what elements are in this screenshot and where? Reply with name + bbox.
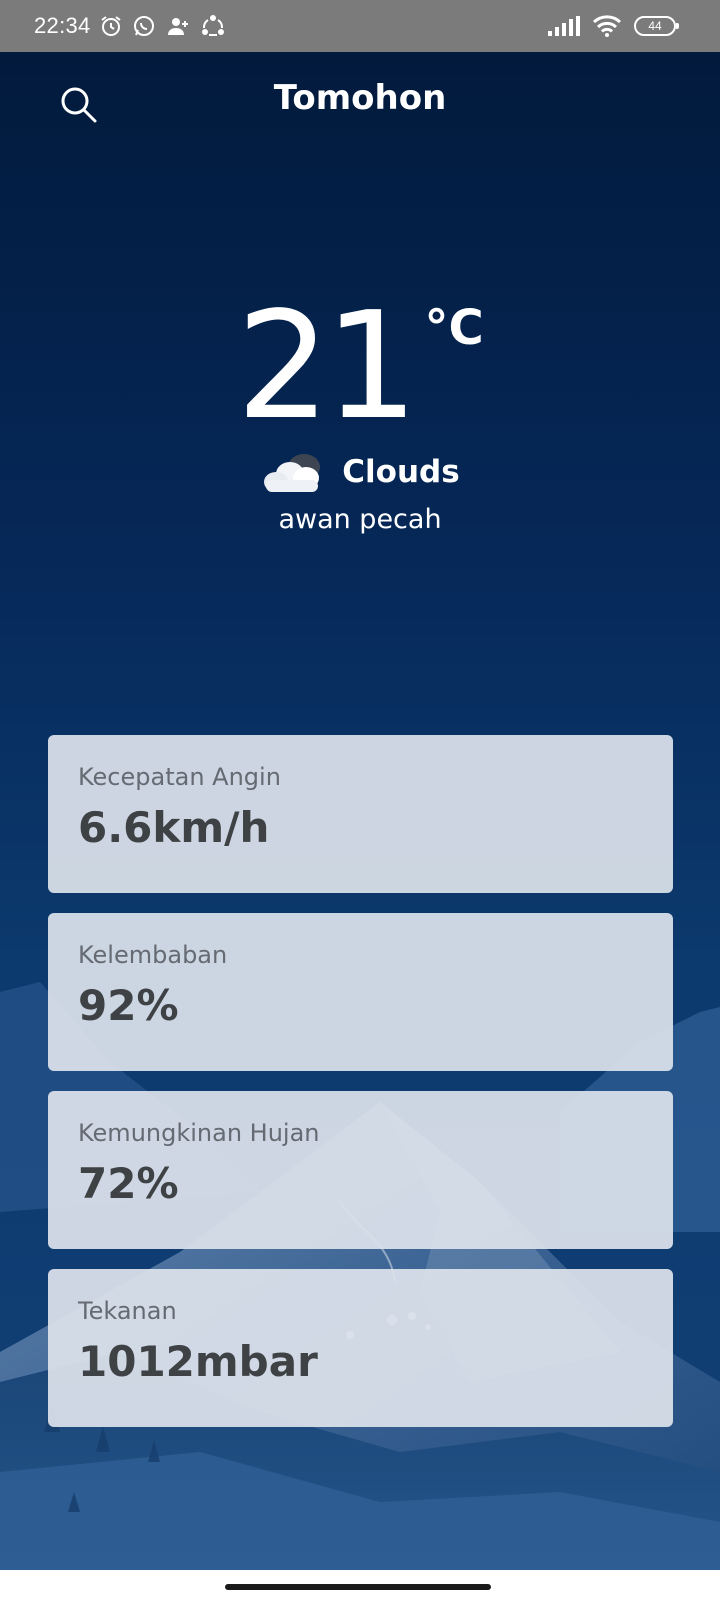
city-title: Tomohon — [273, 78, 447, 118]
card-label: Kemungkinan Hujan — [78, 1119, 320, 1147]
card-label: Kelembaban — [78, 941, 228, 969]
alarm-icon — [100, 16, 121, 36]
humidity-card: Kelembaban 92% — [48, 913, 673, 1071]
condition-row: Clouds — [0, 450, 720, 494]
whatsapp-icon — [133, 16, 154, 36]
navigation-bar — [0, 1570, 720, 1600]
pressure-card: Tekanan 1012mbar — [48, 1269, 673, 1427]
cloud-icon — [264, 454, 321, 492]
temperature-unit: °C — [424, 300, 484, 356]
status-notification-icons — [99, 14, 226, 38]
card-value: 72% — [78, 1159, 179, 1208]
battery-icon: 44 — [634, 16, 679, 36]
sync-icon — [201, 15, 224, 36]
card-label: Kecepatan Angin — [78, 763, 281, 791]
signal-icon — [548, 16, 580, 36]
condition-text: Clouds — [342, 454, 460, 490]
weather-screen: Tomohon 21 °C Clouds awan pecah Kecepatan… — [0, 52, 720, 1570]
status-bar: 22:34 44 — [0, 0, 720, 52]
home-indicator[interactable] — [225, 1584, 491, 1590]
person-add-icon — [167, 18, 188, 35]
wind-speed-card: Kecepatan Angin 6.6km/h — [48, 735, 673, 893]
condition-description: awan pecah — [278, 504, 442, 535]
card-value: 6.6km/h — [78, 803, 270, 852]
card-label: Tekanan — [78, 1297, 177, 1325]
status-system-icons: 44 — [548, 15, 686, 37]
temperature-value: 21 — [236, 280, 418, 452]
wifi-icon — [592, 15, 622, 37]
rain-chance-card: Kemungkinan Hujan 72% — [48, 1091, 673, 1249]
temperature-display: 21 °C — [0, 292, 720, 440]
card-value: 92% — [78, 981, 179, 1030]
battery-level: 44 — [648, 19, 662, 33]
status-time: 22:34 — [34, 13, 91, 38]
card-value: 1012mbar — [78, 1337, 318, 1386]
